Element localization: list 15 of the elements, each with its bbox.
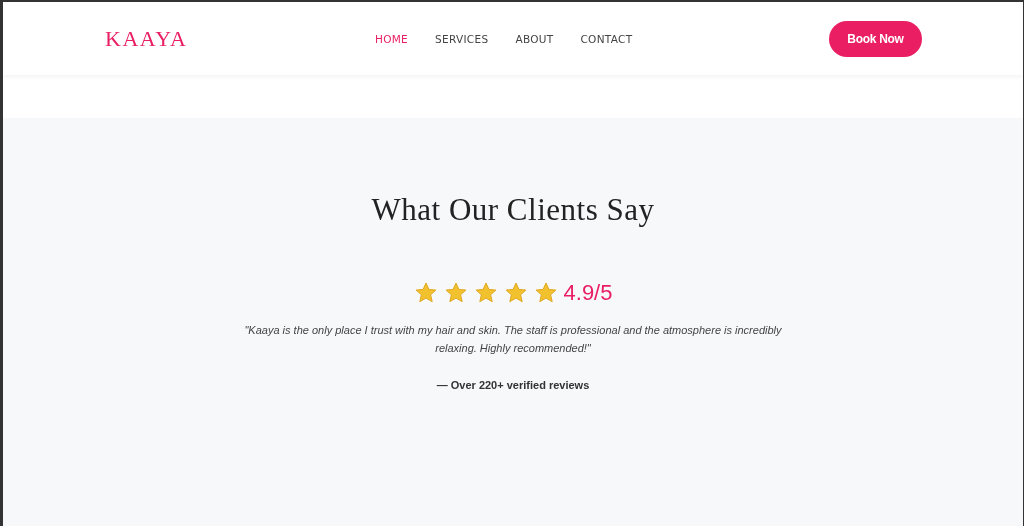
rating-score: 4.9/5 xyxy=(563,280,613,306)
logo[interactable]: KAAYA xyxy=(105,25,375,52)
nav-link[interactable]: CONTACT xyxy=(580,32,633,45)
section-title: What Our Clients Say xyxy=(371,192,655,228)
nav-link[interactable]: HOME xyxy=(375,32,409,45)
review-count: — Over 220+ verified reviews xyxy=(436,379,590,391)
star-icon xyxy=(443,281,468,305)
star-icon xyxy=(533,281,558,305)
nav-link[interactable]: SERVICES xyxy=(435,32,489,45)
star-icon xyxy=(503,281,528,305)
testimonial-quote: "Kaaya is the only place I trust with my hair and skin. The staff is professional and the atmosphere is incredibly relaxing. Highly recommended!" xyxy=(243,323,783,356)
nav-link[interactable]: ABOUT xyxy=(515,32,554,45)
book-now-button[interactable]: Book Now xyxy=(829,20,922,57)
star-icon xyxy=(473,281,498,305)
star-icon xyxy=(413,281,438,305)
